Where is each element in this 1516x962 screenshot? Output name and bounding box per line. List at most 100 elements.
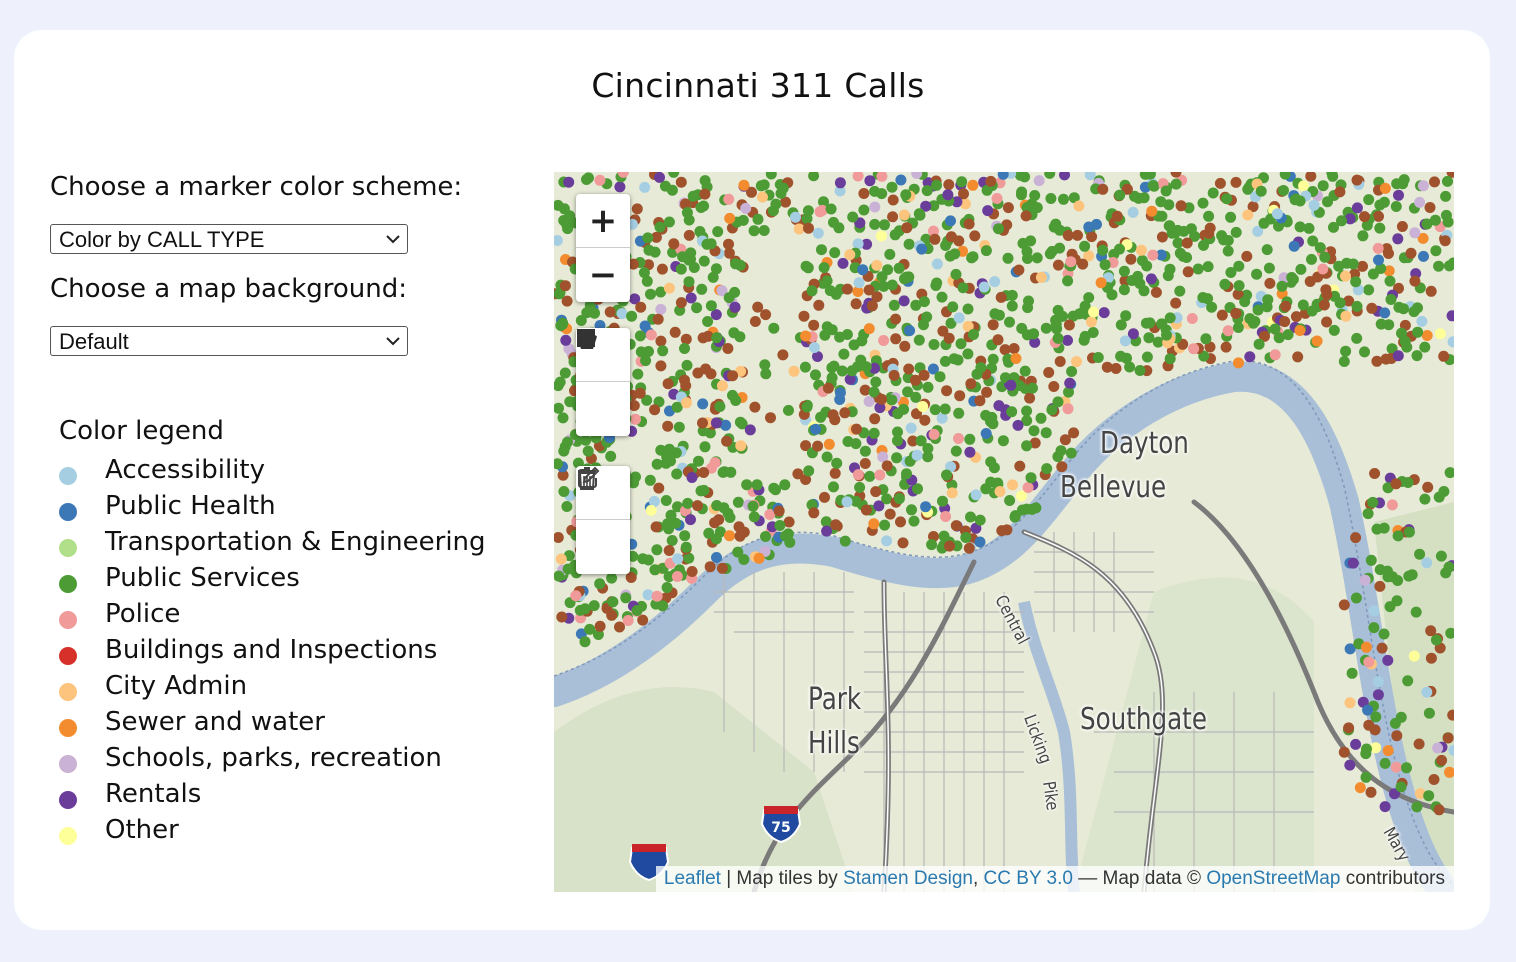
call-marker[interactable] [790,211,801,223]
call-marker[interactable] [1318,299,1330,311]
call-marker[interactable] [821,525,833,537]
call-marker[interactable] [1378,522,1390,534]
call-marker[interactable] [1271,208,1283,220]
call-marker[interactable] [695,202,707,213]
call-marker[interactable] [716,562,728,574]
call-marker[interactable] [1085,316,1097,328]
call-marker[interactable] [1402,477,1414,488]
call-marker[interactable] [723,238,734,250]
call-marker[interactable] [1025,472,1037,484]
call-marker[interactable] [1336,215,1347,227]
call-marker[interactable] [1405,247,1417,259]
call-marker[interactable] [903,238,915,250]
call-marker[interactable] [860,361,872,373]
call-marker[interactable] [1429,176,1440,188]
call-marker[interactable] [1145,273,1157,285]
call-marker[interactable] [1372,242,1384,254]
call-marker[interactable] [793,223,805,235]
call-marker[interactable] [1230,307,1242,319]
call-marker[interactable] [1401,762,1412,774]
call-marker[interactable] [1140,317,1152,329]
call-marker[interactable] [1198,239,1209,251]
call-marker[interactable] [1022,482,1034,493]
call-marker[interactable] [908,515,920,527]
call-marker[interactable] [748,511,760,523]
call-marker[interactable] [945,231,957,243]
call-marker[interactable] [757,191,768,203]
call-marker[interactable] [1379,182,1391,194]
call-marker[interactable] [732,496,744,508]
call-marker[interactable] [798,310,810,322]
call-marker[interactable] [1225,211,1237,223]
call-marker[interactable] [686,566,698,577]
call-marker[interactable] [1379,801,1391,813]
call-marker[interactable] [1095,277,1107,289]
call-marker[interactable] [986,411,998,423]
call-marker[interactable] [1308,199,1320,211]
call-marker[interactable] [1433,260,1445,272]
call-marker[interactable] [1344,759,1356,771]
call-marker[interactable] [622,615,634,626]
draw-rectangle-button[interactable] [576,329,630,436]
call-marker[interactable] [906,504,917,516]
call-marker[interactable] [863,396,875,407]
call-marker[interactable] [953,407,965,419]
call-marker[interactable] [812,227,824,239]
call-marker[interactable] [1251,268,1263,280]
call-marker[interactable] [1368,605,1380,617]
call-marker[interactable] [852,469,864,481]
call-marker[interactable] [760,531,771,542]
call-marker[interactable] [994,486,1006,497]
call-marker[interactable] [946,487,958,499]
call-marker[interactable] [887,194,899,206]
call-marker[interactable] [1294,325,1306,336]
call-marker[interactable] [727,370,739,382]
call-marker[interactable] [649,246,661,258]
call-marker[interactable] [1435,550,1447,562]
call-marker[interactable] [1385,294,1397,305]
call-marker[interactable] [803,222,814,234]
call-marker[interactable] [1054,356,1066,367]
call-marker[interactable] [1012,419,1024,431]
call-marker[interactable] [1098,307,1110,319]
call-marker[interactable] [911,449,923,461]
call-marker[interactable] [864,175,876,187]
call-marker[interactable] [1127,206,1139,218]
call-marker[interactable] [699,188,711,200]
zoom-out-button[interactable]: − [576,248,630,302]
call-marker[interactable] [989,308,1001,320]
call-marker[interactable] [1035,271,1047,283]
call-marker[interactable] [752,213,764,225]
call-marker[interactable] [698,467,710,478]
call-marker[interactable] [744,424,756,436]
call-marker[interactable] [893,262,905,274]
call-marker[interactable] [830,519,842,531]
call-marker[interactable] [1357,260,1368,272]
call-marker[interactable] [1333,260,1345,272]
call-marker[interactable] [997,435,1009,447]
call-marker[interactable] [594,174,606,186]
call-marker[interactable] [1373,210,1384,222]
call-marker[interactable] [687,190,699,202]
call-marker[interactable] [679,530,691,542]
call-marker[interactable] [815,411,827,423]
call-marker[interactable] [1306,305,1318,317]
call-marker[interactable] [1366,302,1378,314]
call-marker[interactable] [838,348,850,360]
call-marker[interactable] [671,468,683,480]
call-marker[interactable] [749,316,761,327]
delete-layers-button[interactable] [576,467,630,574]
call-marker[interactable] [993,400,1005,412]
call-marker[interactable] [734,416,746,428]
call-marker[interactable] [753,552,765,564]
call-marker[interactable] [630,413,641,425]
call-marker[interactable] [808,319,820,331]
call-marker[interactable] [1263,262,1275,274]
call-marker[interactable] [1079,240,1091,252]
call-marker[interactable] [1334,297,1346,309]
call-marker[interactable] [859,458,871,469]
call-marker[interactable] [879,219,890,231]
call-marker[interactable] [670,447,682,459]
background-select[interactable]: Default [50,326,408,356]
call-marker[interactable] [1421,686,1433,698]
